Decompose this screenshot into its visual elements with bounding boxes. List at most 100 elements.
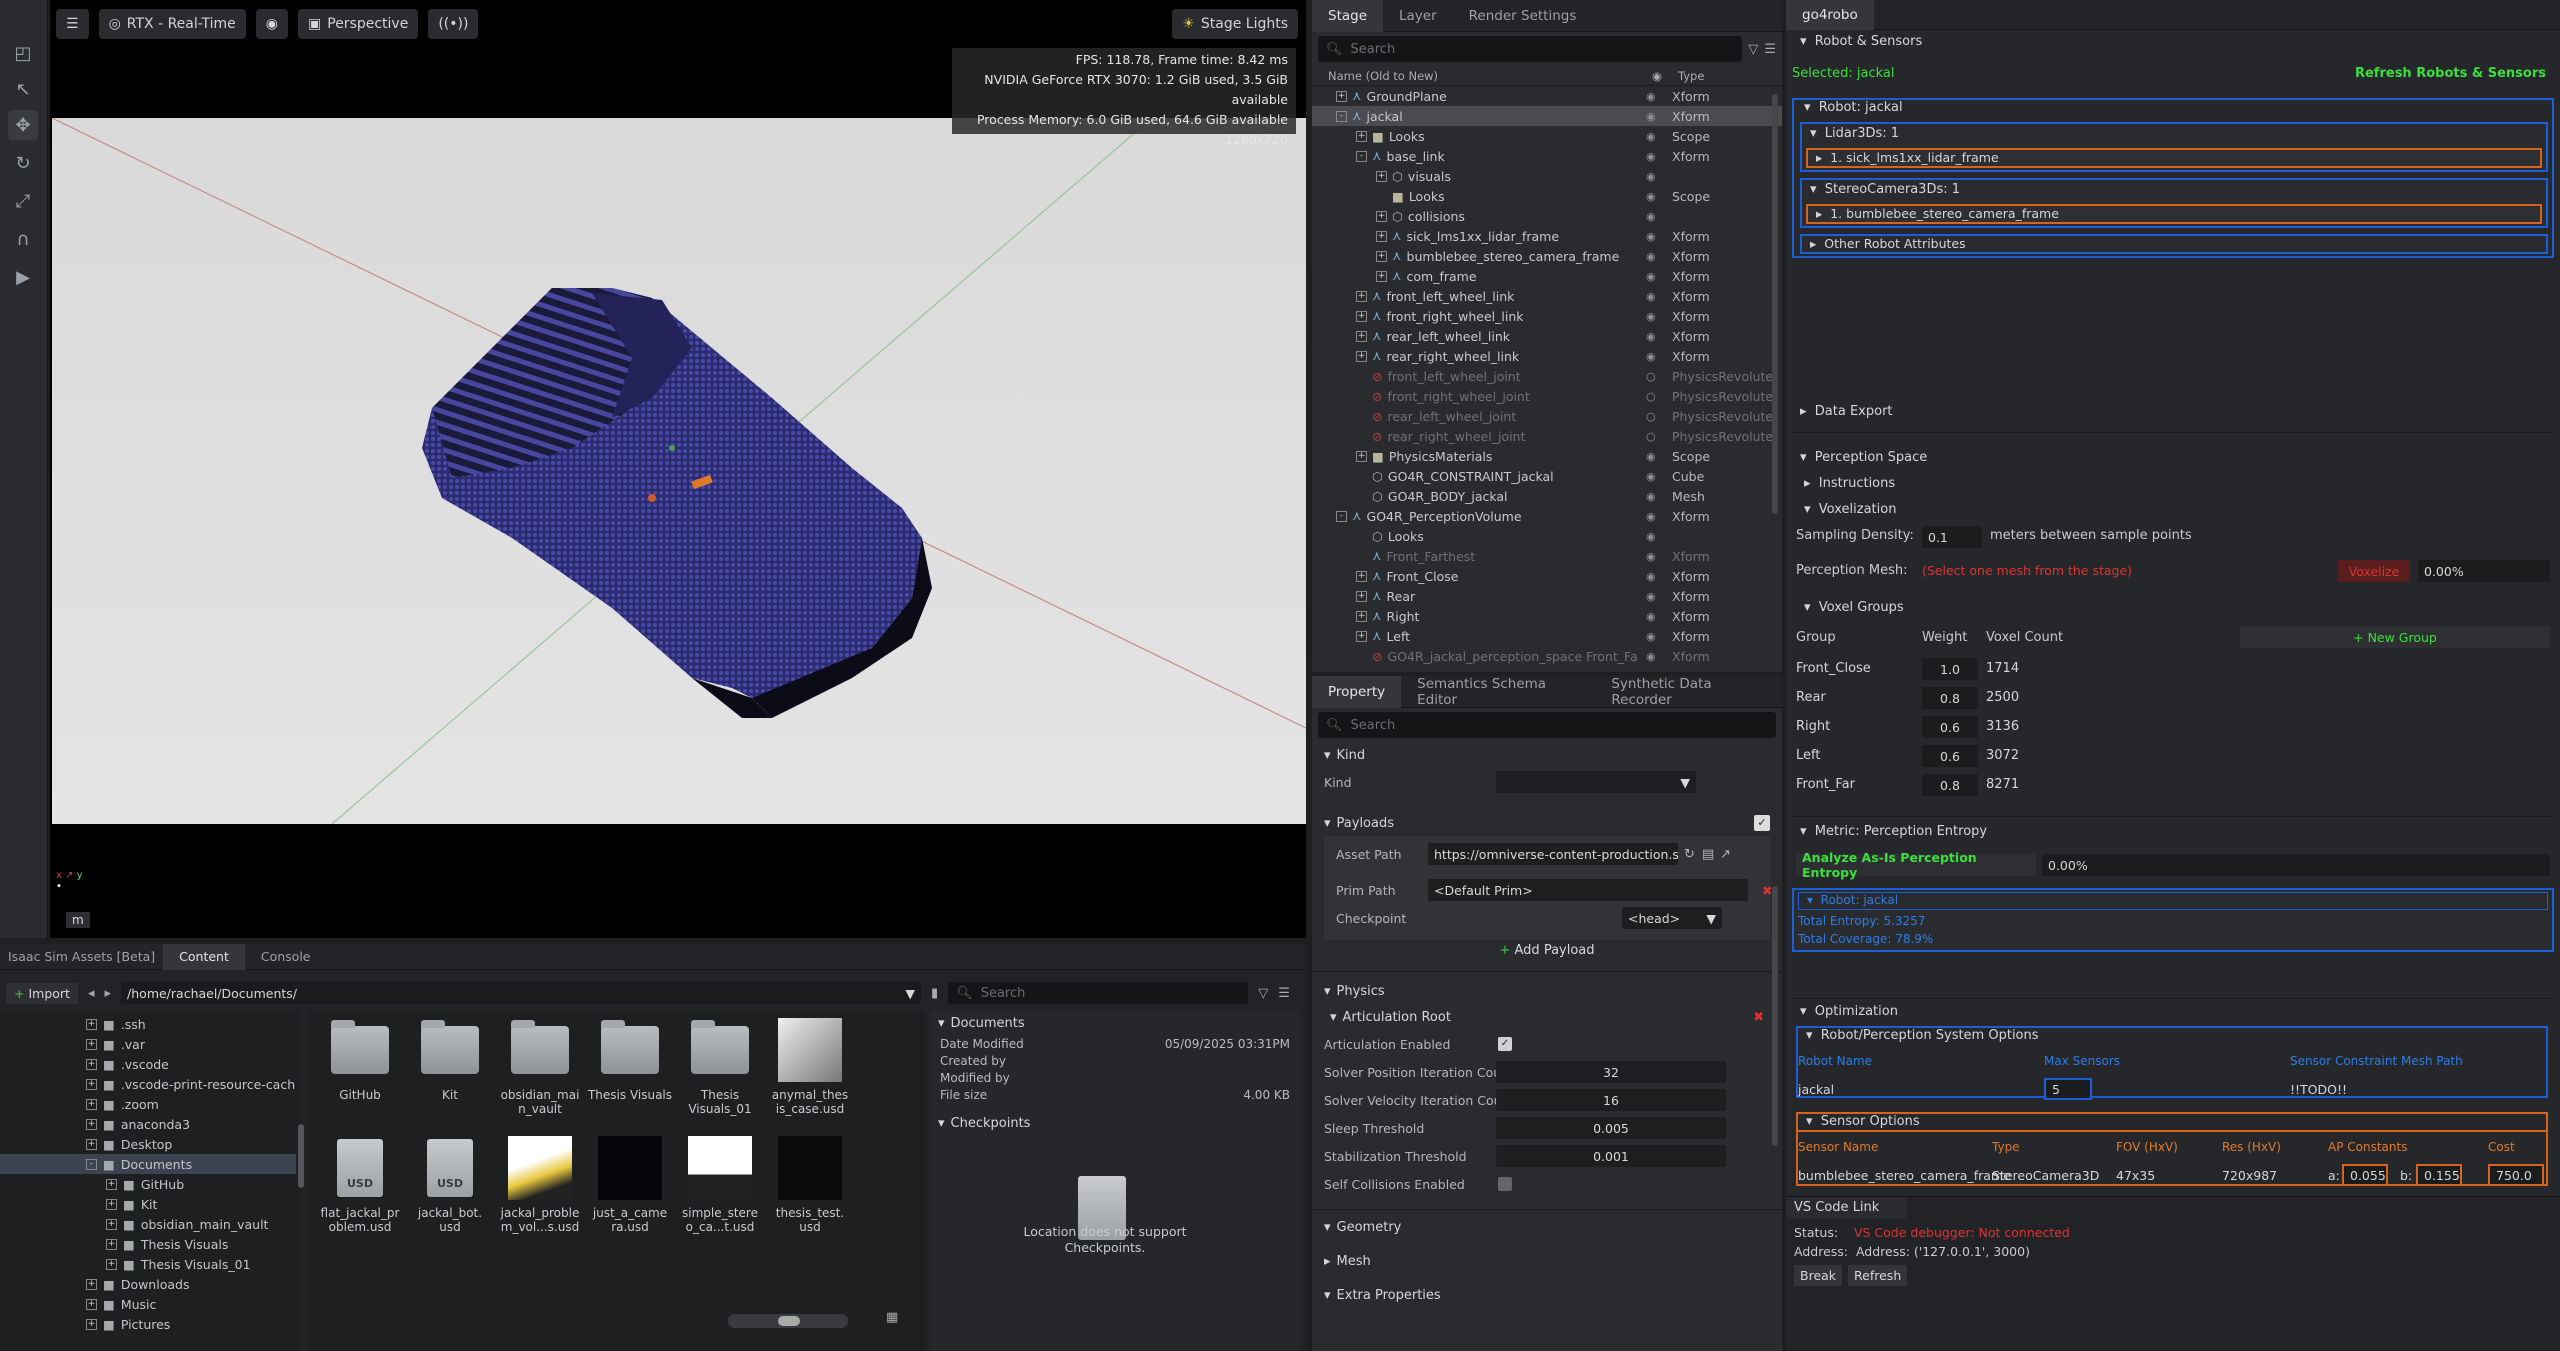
- visibility-eye-icon[interactable]: ◉: [1646, 530, 1656, 543]
- stage-tree-row[interactable]: - ⋏ jackal ◉ Xform: [1312, 106, 1782, 126]
- expand-icon[interactable]: +: [1356, 630, 1367, 642]
- stage-tree-row[interactable]: ⬡ GO4R_BODY_jackal ◉ Mesh: [1312, 486, 1782, 506]
- voxel-group-weight-input[interactable]: 0.6: [1922, 745, 1978, 767]
- stage-tree-row[interactable]: + ⬡ collisions ◉: [1312, 206, 1782, 226]
- visibility-eye-icon[interactable]: ◉: [1646, 230, 1656, 243]
- tab-console[interactable]: Console: [245, 944, 327, 970]
- voxel-group-weight-input[interactable]: 0.8: [1922, 774, 1978, 796]
- articulation-value-field[interactable]: 16: [1496, 1089, 1726, 1111]
- details-section[interactable]: ▾ Documents: [930, 1010, 1300, 1036]
- visibility-eye-icon[interactable]: ◉: [1646, 310, 1656, 323]
- voxelize-button[interactable]: Voxelize: [2338, 560, 2410, 582]
- stage-tree-row[interactable]: + ⋏ rear_right_wheel_link ◉ Xform: [1312, 346, 1782, 366]
- add-payload-button[interactable]: + Add Payload: [1312, 940, 1782, 962]
- folder-tree-item[interactable]: + ■ Desktop: [0, 1134, 296, 1154]
- analyze-button[interactable]: Analyze As-Is Perception Entropy: [1796, 850, 2036, 880]
- folder-tree-item[interactable]: + ■ anaconda3: [0, 1114, 296, 1134]
- visibility-button[interactable]: ◉: [255, 9, 289, 39]
- articulation-checkbox[interactable]: [1498, 1177, 1512, 1191]
- property-scrollbar[interactable]: [1772, 886, 1778, 1146]
- cost-input[interactable]: 750.0: [2488, 1164, 2544, 1186]
- visibility-eye-icon[interactable]: ◉: [1646, 110, 1656, 123]
- stage-tree-row[interactable]: ⬡ GO4R_CONSTRAINT_jackal ◉ Cube: [1312, 466, 1782, 486]
- broadcast-button[interactable]: ((•)): [428, 9, 479, 39]
- lidar-header[interactable]: ▾ Lidar3Ds: 1: [1802, 124, 2546, 143]
- physics-section[interactable]: ▾ Physics: [1312, 978, 1782, 1004]
- expand-icon[interactable]: +: [106, 1198, 117, 1210]
- optimization-section[interactable]: ▾ Optimization: [1800, 1004, 1898, 1019]
- tab-stage[interactable]: Stage: [1312, 0, 1384, 32]
- stage-tree-row[interactable]: + ⋏ Rear ◉ Xform: [1312, 586, 1782, 606]
- stage-tree-row[interactable]: + ⋏ bumblebee_stereo_camera_frame ◉ Xform: [1312, 246, 1782, 266]
- visibility-eye-icon[interactable]: ◉: [1646, 590, 1656, 603]
- checkpoint-select[interactable]: <head> ▼: [1622, 907, 1722, 929]
- stage-tree-row[interactable]: + ⋏ Left ◉ Xform: [1312, 626, 1782, 646]
- robot-header[interactable]: ▾ Robot: jackal: [1804, 100, 1903, 115]
- metric-section[interactable]: ▾ Metric: Perception Entropy: [1800, 824, 1987, 839]
- visibility-eye-icon[interactable]: ◉: [1646, 130, 1656, 143]
- remove-icon[interactable]: ✖: [1762, 883, 1772, 898]
- visibility-eye-icon[interactable]: ◉: [1646, 650, 1656, 663]
- scale-icon[interactable]: ⤢: [8, 186, 38, 216]
- expand-icon[interactable]: +: [1356, 350, 1367, 362]
- zoom-slider[interactable]: [728, 1314, 848, 1328]
- stage-tree-row[interactable]: + ⋏ sick_lms1xx_lidar_frame ◉ Xform: [1312, 226, 1782, 246]
- tab-go4robo[interactable]: go4robo: [1786, 0, 1874, 30]
- camera-button[interactable]: ▣ Perspective: [298, 9, 419, 39]
- stereo-item[interactable]: ▸ 1. bumblebee_stereo_camera_frame: [1806, 204, 2542, 224]
- sensor-options-header[interactable]: ▾ Sensor Options: [1806, 1114, 1920, 1129]
- stage-tree-row[interactable]: + ⋏ GroundPlane ◉ Xform: [1312, 86, 1782, 106]
- viewport[interactable]: ☰ ◎ RTX - Real-Time ◉ ▣ Perspective ((•)) …: [50, 0, 1306, 938]
- kind-select[interactable]: ▼: [1496, 771, 1696, 793]
- refresh-robots-button[interactable]: Refresh Robots & Sensors: [2355, 66, 2546, 81]
- file-tile[interactable]: obsidian_mai n_vault: [496, 1018, 584, 1116]
- expand-icon[interactable]: +: [86, 1118, 97, 1130]
- geometry-section[interactable]: ▾ Geometry: [1312, 1214, 1782, 1240]
- stage-tree-row[interactable]: + ■ Looks ◉ Scope: [1312, 126, 1782, 146]
- perception-space-section[interactable]: ▾ Perception Space: [1800, 450, 1927, 465]
- path-field[interactable]: /home/rachael/Documents/ ▼: [121, 982, 922, 1004]
- data-export-section[interactable]: ▸ Data Export: [1800, 404, 1893, 419]
- visibility-eye-icon[interactable]: ◉: [1646, 490, 1656, 503]
- content-search-input[interactable]: 🔍︎ Search: [948, 982, 1249, 1004]
- stage-tree-row[interactable]: + ⋏ front_right_wheel_link ◉ Xform: [1312, 306, 1782, 326]
- menu-icon[interactable]: ☰: [1764, 42, 1776, 57]
- ap-b-input[interactable]: 0.155: [2416, 1164, 2462, 1186]
- stage-tree-row[interactable]: + ⋏ com_frame ◉ Xform: [1312, 266, 1782, 286]
- voxel-group-weight-input[interactable]: 0.6: [1922, 716, 1978, 738]
- expand-icon[interactable]: +: [1376, 250, 1387, 262]
- expand-icon[interactable]: +: [86, 1318, 97, 1330]
- stage-tree-row[interactable]: + ⋏ rear_left_wheel_link ◉ Xform: [1312, 326, 1782, 346]
- prim-path-field[interactable]: <Default Prim>: [1428, 879, 1748, 901]
- filter-icon[interactable]: ▽: [1258, 986, 1268, 1001]
- mesh-section[interactable]: ▸ Mesh: [1312, 1248, 1782, 1274]
- articulation-section[interactable]: ▾ Articulation Root ✖: [1318, 1004, 1782, 1030]
- file-tile[interactable]: Thesis Visuals: [586, 1018, 674, 1102]
- visibility-eye-icon[interactable]: ○: [1646, 430, 1656, 443]
- folder-icon[interactable]: ▤: [1702, 847, 1714, 862]
- tab-sdr[interactable]: Synthetic Data Recorder: [1595, 676, 1782, 708]
- visibility-eye-icon[interactable]: ◉: [1646, 270, 1656, 283]
- voxel-groups-section[interactable]: ▾ Voxel Groups: [1804, 600, 1904, 615]
- voxel-group-weight-input[interactable]: 1.0: [1922, 658, 1978, 680]
- other-attributes[interactable]: ▸ Other Robot Attributes: [1800, 234, 2548, 254]
- voxel-group-weight-input[interactable]: 0.8: [1922, 687, 1978, 709]
- visibility-eye-icon[interactable]: ◉: [1646, 550, 1656, 563]
- collapse-icon[interactable]: -: [1336, 110, 1347, 122]
- open-icon[interactable]: ↗: [1720, 847, 1731, 862]
- expand-icon[interactable]: +: [1356, 570, 1367, 582]
- visibility-eye-icon[interactable]: ◉: [1646, 470, 1656, 483]
- stage-tree-row[interactable]: + ⬡ visuals ◉: [1312, 166, 1782, 186]
- grid-view-icon[interactable]: ▦: [886, 1310, 898, 1325]
- zoom-thumb[interactable]: [778, 1316, 800, 1326]
- folder-tree-item[interactable]: + ■ Downloads: [0, 1274, 296, 1294]
- extra-section[interactable]: ▾ Extra Properties: [1312, 1282, 1782, 1308]
- articulation-value-field[interactable]: 0.001: [1496, 1145, 1726, 1167]
- visibility-eye-icon[interactable]: ◉: [1646, 190, 1656, 203]
- collapse-icon[interactable]: -: [1356, 150, 1367, 162]
- stage-tree-row[interactable]: ■ Looks ◉ Scope: [1312, 186, 1782, 206]
- expand-icon[interactable]: +: [106, 1218, 117, 1230]
- stage-tree-row[interactable]: - ⋏ GO4R_PerceptionVolume ◉ Xform: [1312, 506, 1782, 526]
- tab-semantics[interactable]: Semantics Schema Editor: [1401, 676, 1595, 708]
- expand-icon[interactable]: +: [1336, 90, 1347, 102]
